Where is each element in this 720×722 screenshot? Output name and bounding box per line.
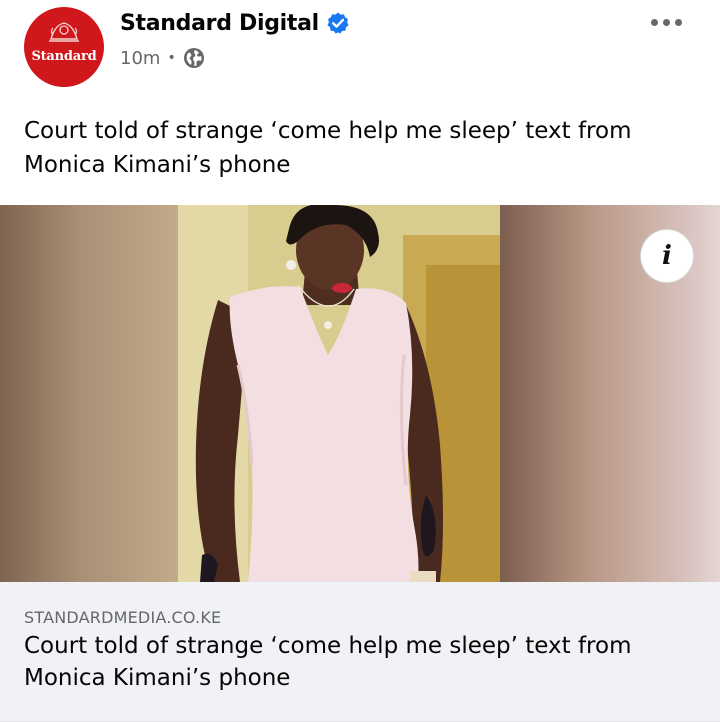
info-icon: i (662, 241, 672, 271)
ad-info-button[interactable]: i (640, 229, 694, 283)
more-dot (674, 18, 682, 26)
page-name-row: Standard Digital (120, 6, 350, 40)
verified-badge-icon (327, 12, 349, 34)
post-image[interactable] (0, 205, 720, 582)
post-meta: 10m • (120, 44, 205, 72)
image-blur-left (0, 205, 178, 582)
woman-portrait-photo (178, 205, 500, 582)
crest-logo-icon (49, 22, 79, 42)
link-title: Court told of strange ‘come help me slee… (24, 633, 632, 691)
post-timestamp[interactable]: 10m (120, 48, 160, 69)
link-domain: STANDARDMEDIA.CO.KE (24, 608, 222, 627)
avatar-brand-text: Standard (31, 49, 97, 64)
post-header: Standard Standard Digital 10m • (0, 0, 720, 100)
more-options-icon (650, 18, 658, 26)
more-dot (662, 18, 670, 26)
meta-separator: • (167, 50, 176, 66)
more-options-button[interactable] (644, 10, 688, 34)
page-avatar[interactable]: Standard (24, 7, 104, 87)
globe-icon (183, 48, 204, 68)
link-preview-card[interactable]: STANDARDMEDIA.CO.KE Court told of strang… (0, 582, 720, 722)
post-text: Court told of strange ‘come help me slee… (24, 118, 632, 178)
page-name[interactable]: Standard Digital (120, 11, 319, 36)
